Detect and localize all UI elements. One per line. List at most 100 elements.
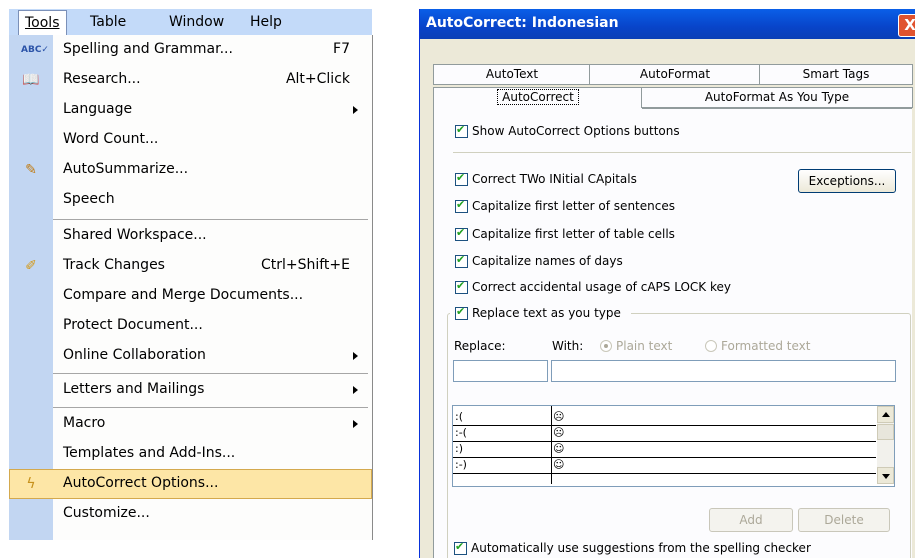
menu-item-autosummarize[interactable]: ✎ AutoSummarize... — [9, 155, 372, 185]
tab-autotext[interactable]: AutoText — [433, 64, 591, 85]
replace-label: Replace: — [454, 339, 506, 353]
submenu-arrow-icon — [353, 420, 358, 428]
menu-item-label: Customize... — [63, 505, 150, 521]
menu-item-label: Language — [63, 101, 133, 117]
menu-item-compare-merge[interactable]: Compare and Merge Documents... — [9, 281, 372, 311]
menu-item-label: Compare and Merge Documents... — [63, 287, 304, 303]
option-label: Correct accidental usage of cAPS LOCK ke… — [472, 280, 731, 294]
scroll-thumb[interactable] — [877, 424, 894, 440]
list-cell-with: ☺ — [553, 458, 565, 471]
option-label: Capitalize names of days — [472, 254, 623, 268]
tools-menu: ABC✓ Spelling and Grammar... F7 📖 Resear… — [9, 35, 373, 540]
menu-item-label: AutoSummarize... — [63, 161, 189, 177]
menu-item-label: Macro — [63, 415, 106, 431]
correct-two-initial-checkbox[interactable] — [455, 171, 468, 186]
menu-separator — [53, 219, 368, 220]
auto-suggest-label: Automatically use suggestions from the s… — [471, 541, 811, 555]
menu-item-label: Online Collaboration — [63, 347, 206, 363]
menu-item-shortcut: Alt+Click — [285, 71, 350, 87]
menu-item-autocorrect-options[interactable]: ϟ AutoCorrect Options... — [9, 469, 372, 499]
menu-tools[interactable]: Tools — [18, 10, 67, 35]
menu-item-language[interactable]: Language — [9, 95, 372, 125]
menu-item-label: Spelling and Grammar... — [63, 41, 233, 57]
list-cell-with: ☺ — [553, 442, 565, 455]
tab-smart-tags[interactable]: Smart Tags — [759, 64, 913, 85]
research-icon: 📖 — [22, 72, 40, 88]
menu-item-online-collaboration[interactable]: Online Collaboration — [9, 341, 372, 371]
with-label: With: — [552, 339, 584, 353]
delete-button[interactable]: Delete — [798, 508, 890, 532]
submenu-arrow-icon — [353, 106, 358, 114]
replacement-list[interactable]: :( ☹ :-( ☹ :) ☺ :-) ☺ — [452, 405, 895, 487]
submenu-arrow-icon — [353, 352, 358, 360]
tab-autocorrect[interactable]: AutoCorrect — [433, 87, 643, 109]
menu-item-protect-document[interactable]: Protect Document... — [9, 311, 372, 341]
caps-lock-checkbox[interactable] — [455, 279, 468, 294]
list-cell-with: ☹ — [553, 426, 565, 439]
show-buttons-label: Show AutoCorrect Options buttons — [472, 124, 680, 138]
menu-help[interactable]: Help — [250, 13, 282, 31]
capitalize-days-checkbox[interactable] — [455, 253, 468, 268]
list-row[interactable]: :-) ☺ — [453, 458, 876, 474]
menu-item-shared-workspace[interactable]: Shared Workspace... — [9, 221, 372, 251]
menu-table[interactable]: Table — [90, 13, 126, 31]
tab-autoformat-as-you-type[interactable]: AutoFormat As You Type — [641, 87, 913, 108]
plain-text-label: Plain text — [616, 339, 673, 353]
menu-item-letters-mailings[interactable]: Letters and Mailings — [9, 375, 372, 405]
replace-as-you-type-checkbox[interactable] — [455, 305, 468, 320]
dialog-titlebar: AutoCorrect: Indonesian X — [420, 9, 915, 39]
replace-group-label: Replace text as you type — [472, 306, 621, 320]
option-label: Capitalize first letter of table cells — [472, 227, 675, 241]
menu-item-label: Word Count... — [63, 131, 159, 147]
menu-item-label: Research... — [63, 71, 141, 87]
autosummarize-icon: ✎ — [25, 162, 37, 178]
menu-item-templates[interactable]: Templates and Add-Ins... — [9, 439, 372, 469]
scroll-down-icon[interactable] — [877, 467, 894, 484]
list-row[interactable]: :( ☹ — [453, 410, 876, 426]
auto-suggest-checkbox[interactable] — [454, 540, 467, 555]
replace-input[interactable] — [453, 360, 548, 382]
close-button[interactable]: X — [898, 14, 915, 37]
menu-item-speech[interactable]: Speech — [9, 185, 372, 215]
add-button[interactable]: Add — [709, 508, 793, 532]
option-label: Capitalize first letter of sentences — [472, 199, 675, 213]
track-changes-icon: ✐ — [25, 258, 37, 274]
list-cell-with: ☹ — [553, 410, 565, 423]
capitalize-sentences-checkbox[interactable] — [455, 198, 468, 213]
menu-item-label: Templates and Add-Ins... — [63, 445, 236, 461]
menu-item-track-changes[interactable]: ✐ Track Changes Ctrl+Shift+E — [9, 251, 372, 281]
show-buttons-checkbox[interactable] — [455, 123, 468, 138]
menu-bar: Tools Table Window Help — [9, 9, 372, 36]
menu-window[interactable]: Window — [169, 13, 224, 31]
list-row[interactable]: :) ☺ — [453, 442, 876, 458]
menu-item-customize[interactable]: Customize... — [9, 499, 372, 529]
menu-item-research[interactable]: 📖 Research... Alt+Click — [9, 65, 372, 95]
list-scrollbar[interactable] — [877, 406, 894, 484]
tab-autocorrect-label: AutoCorrect — [497, 89, 579, 105]
list-cell-replace: :-( — [455, 426, 467, 439]
option-label: Correct TWo INitial CApitals — [472, 172, 637, 186]
formatted-text-radio[interactable] — [705, 340, 717, 352]
formatted-text-label: Formatted text — [721, 339, 811, 353]
scroll-up-icon[interactable] — [877, 406, 894, 423]
menu-item-label: Shared Workspace... — [63, 227, 207, 243]
plain-text-radio[interactable] — [600, 340, 612, 352]
list-cell-replace: :( — [455, 410, 463, 423]
menu-item-word-count[interactable]: Word Count... — [9, 125, 372, 155]
tab-autoformat[interactable]: AutoFormat — [589, 64, 761, 85]
menu-item-label: Track Changes — [63, 257, 165, 273]
capitalize-table-cells-checkbox[interactable] — [455, 226, 468, 241]
autocorrect-icon: ϟ — [21, 475, 41, 493]
with-input[interactable] — [551, 360, 896, 382]
menu-item-label: AutoCorrect Options... — [63, 475, 219, 491]
list-cell-replace: :-) — [455, 458, 467, 471]
exceptions-button[interactable]: Exceptions... — [798, 169, 896, 193]
menu-item-shortcut: Ctrl+Shift+E — [260, 257, 350, 273]
spelling-icon: ABC✓ — [21, 45, 49, 55]
menu-item-spelling[interactable]: ABC✓ Spelling and Grammar... F7 — [9, 35, 372, 65]
menu-separator — [53, 373, 368, 374]
menu-item-label: Protect Document... — [63, 317, 203, 333]
menu-item-macro[interactable]: Macro — [9, 409, 372, 439]
menu-separator — [53, 407, 368, 408]
list-row[interactable]: :-( ☹ — [453, 426, 876, 442]
